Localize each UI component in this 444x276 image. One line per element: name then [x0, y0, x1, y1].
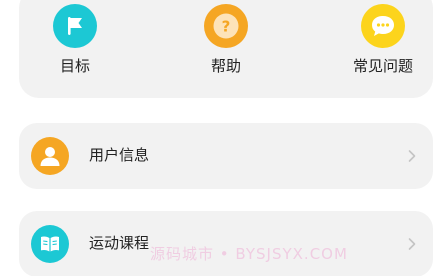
svg-text:?: ?: [222, 18, 231, 36]
chat-bubble-icon: [361, 4, 405, 48]
shortcut-label: 目标: [59, 57, 90, 75]
shortcut-label: 常见问题: [352, 57, 413, 75]
list-item-user-info[interactable]: 用户信息: [19, 123, 433, 189]
shortcut-goal[interactable]: 目标: [35, 4, 115, 75]
page: 目标 ? 帮助 常见问题 用户信息 运动课程 源码城市 • BYSJSYX.CO…: [0, 0, 444, 276]
chevron-right-icon: [408, 150, 416, 162]
chevron-right-icon: [408, 238, 416, 250]
shortcuts-card: 目标 ? 帮助 常见问题: [19, 0, 433, 98]
question-icon: ?: [204, 4, 248, 48]
shortcut-faq[interactable]: 常见问题: [343, 4, 423, 75]
watermark: 源码城市 • BYSJSYX.COM: [150, 245, 348, 263]
book-icon: [31, 225, 69, 263]
list-item-label: 用户信息: [89, 146, 150, 164]
flag-icon: [53, 4, 97, 48]
shortcut-label: 帮助: [210, 57, 241, 75]
shortcut-help[interactable]: ? 帮助: [186, 4, 266, 75]
user-icon: [31, 137, 69, 175]
list-item-label: 运动课程: [89, 234, 150, 252]
